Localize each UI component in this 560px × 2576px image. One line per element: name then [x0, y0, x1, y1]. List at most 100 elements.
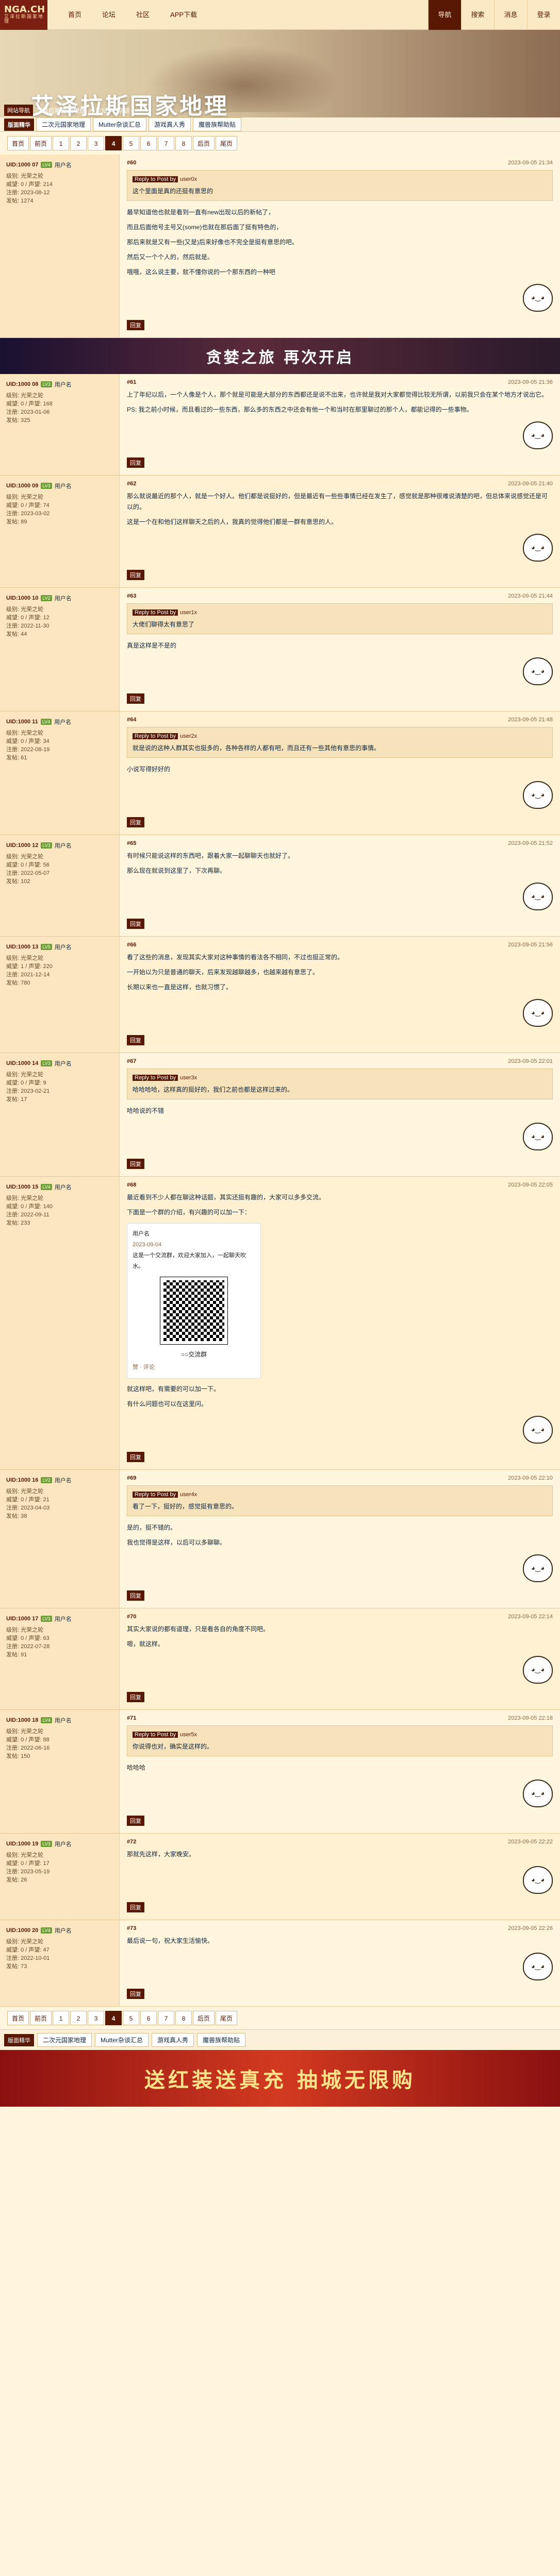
user-name[interactable]: 用户名 [55, 1059, 72, 1067]
page-button[interactable]: 7 [158, 136, 175, 150]
quote-author[interactable]: user3x [180, 1075, 197, 1081]
tag-item[interactable]: 游戏真人秀 [152, 2033, 194, 2047]
user-name[interactable]: 用户名 [55, 1926, 72, 1935]
comment-action[interactable]: 评论 [143, 1364, 155, 1370]
user-id[interactable]: UID:1000 12 [6, 842, 38, 849]
tag-category[interactable]: 版面精华 [4, 2033, 34, 2046]
user-id[interactable]: UID:1000 15 [6, 1184, 38, 1190]
user-id[interactable]: UID:1000 18 [6, 1717, 38, 1723]
page-button[interactable]: 7 [158, 2011, 175, 2025]
shared-group-card[interactable]: 用户名 2023-09-04 这是一个交流群，欢迎大家加入，一起聊天吹水。 ○○交流群… [127, 1223, 261, 1379]
user-id[interactable]: UID:1000 08 [6, 381, 38, 387]
user-id[interactable]: UID:1000 10 [6, 595, 38, 601]
page-button[interactable]: 3 [88, 2011, 105, 2025]
user-name[interactable]: 用户名 [55, 1615, 72, 1623]
user-id[interactable]: UID:1000 07 [6, 162, 38, 168]
page-button[interactable]: 6 [140, 136, 157, 150]
quote-author[interactable]: user5x [180, 1732, 197, 1738]
user-id[interactable]: UID:1000 20 [6, 1927, 38, 1934]
reply-button[interactable]: 回复 [127, 693, 144, 704]
tag-category[interactable]: 版面精华 [4, 118, 34, 131]
user-name[interactable]: 用户名 [55, 1716, 72, 1724]
reply-button[interactable]: 回复 [127, 1692, 144, 1702]
tag-item[interactable]: 魔兽族帮助贴 [193, 117, 242, 131]
page-button[interactable]: 1 [53, 2011, 70, 2025]
user-name[interactable]: 用户名 [55, 161, 72, 169]
nav-guide[interactable]: 导航 [428, 0, 461, 30]
user-name[interactable]: 用户名 [55, 482, 72, 490]
reply-button[interactable]: 回复 [127, 1902, 144, 1912]
floor-number[interactable]: #68 [127, 1182, 136, 1188]
reply-button[interactable]: 回复 [127, 1590, 144, 1601]
floor-number[interactable]: #64 [127, 717, 136, 723]
reply-button[interactable]: 回复 [127, 919, 144, 929]
page-button[interactable]: 后页 [193, 136, 215, 150]
floor-number[interactable]: #60 [127, 160, 136, 166]
tag-item[interactable]: 二次元国家地理 [37, 2033, 92, 2047]
quote-author[interactable]: user1x [180, 609, 197, 616]
quote-author[interactable]: user4x [180, 1492, 197, 1498]
nav-search[interactable]: 搜索 [461, 0, 494, 30]
page-button[interactable]: 1 [53, 136, 70, 150]
user-name[interactable]: 用户名 [55, 943, 72, 951]
user-name[interactable]: 用户名 [55, 1476, 72, 1484]
tag-item[interactable]: Mutter杂谈汇总 [95, 2033, 149, 2047]
page-button[interactable]: 8 [175, 136, 192, 150]
page-button[interactable]: 首页 [7, 136, 29, 150]
page-button[interactable]: 4 [105, 136, 122, 150]
reply-button[interactable]: 回复 [127, 320, 144, 330]
user-id[interactable]: UID:1000 13 [6, 944, 38, 950]
reply-button[interactable]: 回复 [127, 1159, 144, 1169]
page-button[interactable]: 6 [140, 2011, 157, 2025]
footer-ad-banner[interactable]: 送红装送真充 抽城无限购 [0, 2050, 560, 2107]
reply-button[interactable]: 回复 [127, 457, 144, 468]
nav-forum[interactable]: 论坛 [92, 0, 126, 30]
page-button[interactable]: 尾页 [216, 2011, 238, 2025]
page-button[interactable]: 2 [70, 136, 87, 150]
user-id[interactable]: UID:1000 17 [6, 1616, 38, 1622]
quote-author[interactable]: user0x [180, 176, 197, 182]
page-button[interactable]: 4 [105, 2011, 122, 2025]
reply-button[interactable]: 回复 [127, 817, 144, 827]
tag-item[interactable]: 二次元国家地理 [36, 117, 91, 131]
page-button[interactable]: 5 [123, 136, 140, 150]
user-name[interactable]: 用户名 [55, 380, 72, 388]
inline-ad-banner[interactable]: 贪婪之旅 再次开启 [0, 338, 560, 374]
user-name[interactable]: 用户名 [55, 594, 72, 602]
floor-number[interactable]: #65 [127, 840, 136, 846]
user-id[interactable]: UID:1000 09 [6, 483, 38, 489]
page-button[interactable]: 后页 [193, 2011, 215, 2025]
floor-number[interactable]: #66 [127, 942, 136, 948]
tag-item[interactable]: 魔兽族帮助贴 [197, 2033, 246, 2047]
tag-item[interactable]: Mutter杂谈汇总 [93, 117, 147, 131]
user-name[interactable]: 用户名 [55, 1840, 72, 1848]
floor-number[interactable]: #61 [127, 379, 136, 385]
floor-number[interactable]: #62 [127, 481, 136, 487]
crumb-2[interactable]: 论坛 [95, 106, 108, 115]
tag-item[interactable]: 游戏真人秀 [149, 117, 191, 131]
like-action[interactable]: 赞 [133, 1364, 138, 1370]
user-name[interactable]: 用户名 [55, 1183, 72, 1191]
site-logo[interactable]: NGA.CH 艾泽拉斯国家地理 [0, 0, 47, 30]
user-name[interactable]: 用户名 [54, 718, 71, 726]
page-button[interactable]: 5 [123, 2011, 140, 2025]
floor-number[interactable]: #73 [127, 1925, 136, 1931]
floor-number[interactable]: #70 [127, 1614, 136, 1620]
crumb-3[interactable]: 杂谈 [118, 106, 130, 115]
user-id[interactable]: UID:1000 14 [6, 1060, 38, 1066]
user-name[interactable]: 用户名 [55, 841, 72, 850]
crumb-1[interactable]: 艾泽拉斯国家地理 [36, 106, 86, 115]
floor-number[interactable]: #72 [127, 1839, 136, 1845]
reply-button[interactable]: 回复 [127, 570, 144, 580]
quote-author[interactable]: user2x [180, 733, 197, 739]
page-button[interactable]: 前页 [30, 136, 52, 150]
reply-button[interactable]: 回复 [127, 1989, 144, 1999]
nav-home[interactable]: 首页 [58, 0, 92, 30]
nav-login[interactable]: 登录 [527, 0, 560, 30]
nav-messages[interactable]: 消息 [494, 0, 527, 30]
page-button[interactable]: 尾页 [216, 136, 238, 150]
floor-number[interactable]: #69 [127, 1475, 136, 1481]
page-button[interactable]: 前页 [30, 2011, 52, 2025]
page-button[interactable]: 首页 [7, 2011, 29, 2025]
floor-number[interactable]: #71 [127, 1715, 136, 1721]
